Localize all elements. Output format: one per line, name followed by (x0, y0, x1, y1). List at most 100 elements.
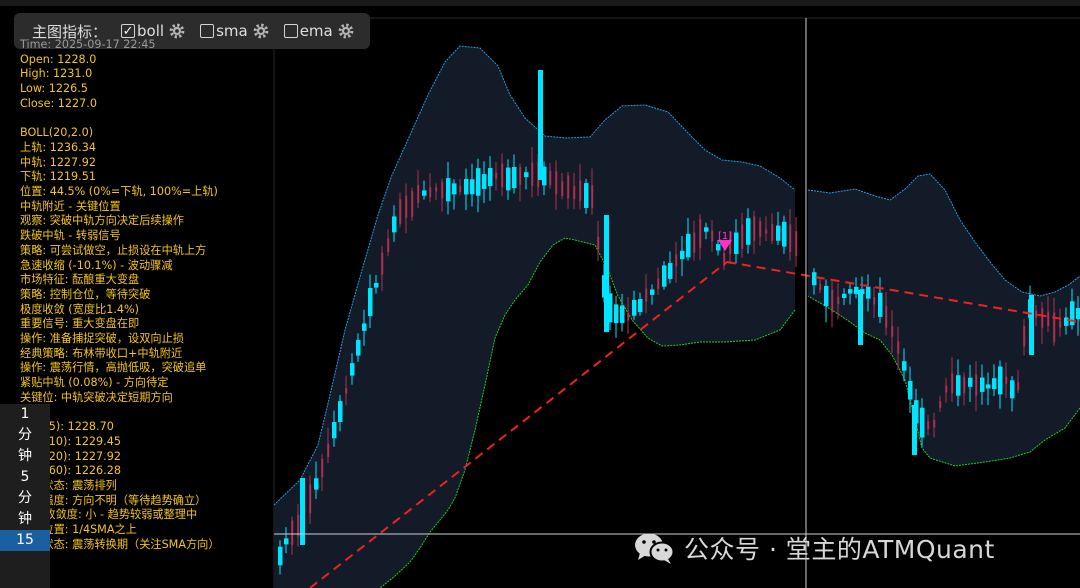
candle-body (831, 289, 834, 313)
candle-body (620, 305, 625, 324)
candle-body (476, 168, 481, 196)
gear-icon[interactable] (337, 22, 355, 40)
candle-body (998, 366, 1003, 395)
candle-body (459, 186, 462, 193)
timeframe-value: 15 (16, 532, 34, 548)
candle-body (837, 296, 840, 305)
candle-body (638, 299, 643, 312)
candle-body (992, 378, 997, 390)
info-line: 急速收缩 (-10.1%) - 波动骤减 (20, 258, 173, 272)
candle-body (519, 167, 522, 185)
candle-body (668, 263, 673, 279)
info-line: 观察: 突破中轨方向决定后续操作 (20, 214, 184, 228)
candle-body (452, 183, 457, 195)
candle-body (873, 297, 876, 305)
candle-body (399, 199, 402, 224)
timeframe-sidebar: 1 分 钟 5 分 钟 15 (0, 404, 50, 588)
indicator-ema[interactable]: ema (283, 22, 355, 40)
candle-body (854, 286, 859, 295)
candle-body (1047, 311, 1050, 327)
wechat-icon (635, 533, 675, 564)
candle-body (771, 223, 774, 241)
candle-body (374, 282, 379, 288)
candle-body (300, 478, 305, 545)
candle-body (327, 443, 330, 457)
info-line: 重要信号: 重大变盘在即 (20, 317, 140, 331)
sma-checkbox[interactable] (200, 24, 215, 38)
info-line: 位置: 44.5% (0%=下轨, 100%=上轨) (20, 185, 218, 199)
info-line: 操作: 准备捕捉突破，设双向止损 (20, 332, 184, 346)
info-line: 操作: 震荡行情，高抛低吸，突破追单 (20, 361, 207, 375)
candle-body (975, 374, 978, 396)
candle-body (309, 484, 312, 514)
candle-body (573, 186, 576, 200)
candle-body (927, 421, 930, 430)
candle-body (753, 216, 756, 241)
candle-body (429, 187, 432, 198)
timeframe-value: 1 (20, 406, 30, 422)
candle-body (986, 384, 991, 389)
watermark: 公众号 · 堂主的ATMQuant (632, 530, 995, 566)
candle-body (759, 221, 762, 237)
candle-body (933, 419, 936, 428)
candle-body (776, 225, 781, 241)
candle-body (789, 224, 792, 252)
candle-body (1023, 326, 1026, 347)
info-line: BOLL(20,2.0) (20, 126, 94, 140)
candle-body (314, 478, 319, 490)
candle-body (549, 170, 552, 186)
timeframe-value: 5 (20, 469, 30, 485)
candle-body (885, 306, 888, 328)
candle-body (579, 180, 582, 201)
timeframe-suffix: 钟 (18, 511, 32, 527)
candle-body (716, 244, 721, 251)
timeframe-unit: 分 (18, 427, 32, 443)
gear-icon[interactable] (252, 22, 270, 40)
candle-body (531, 162, 534, 187)
candle-body (441, 181, 444, 199)
candle-body (555, 171, 558, 195)
ema-label: ema (299, 22, 333, 40)
candle-body (1059, 320, 1062, 328)
candle-body (291, 520, 294, 545)
timeframe-suffix: 钟 (18, 448, 32, 464)
timeframe-1m[interactable]: 1 分 钟 (0, 404, 50, 467)
candle-body (464, 179, 469, 195)
timeframe-5m[interactable]: 5 分 钟 (0, 467, 50, 530)
candle-body (711, 230, 714, 242)
candle-body (704, 227, 709, 232)
candle-body (902, 361, 907, 371)
candle-body (538, 70, 543, 180)
boll-checkbox[interactable]: ✓ (121, 24, 136, 38)
candle-body (278, 546, 283, 566)
candle-body (387, 238, 390, 252)
candle-body (1029, 295, 1034, 355)
candle-body (567, 175, 570, 199)
ema-checkbox[interactable] (283, 24, 298, 38)
candle-body (897, 341, 900, 354)
candle-body (1064, 317, 1069, 326)
sma-label: sma (216, 22, 248, 40)
candle-body (512, 167, 517, 189)
info-line: 策略: 可尝试做空，止损设在中轨上方 (20, 243, 207, 257)
candle-body (470, 179, 475, 195)
watermark-text: 公众号 · 堂主的ATMQuant (684, 535, 995, 564)
candle-body (968, 377, 973, 387)
info-line: 策略: 控制仓位，等待突破 (20, 287, 151, 301)
candle-body (495, 172, 498, 179)
candle-body (951, 373, 954, 394)
info-line: Low: 1226.5 (20, 82, 88, 96)
candle-body (812, 272, 817, 286)
info-line: 极度收敛 (宽度比1.4%) (20, 302, 140, 316)
info-line: 跌破中轨 - 转弱信号 (20, 229, 121, 243)
candle-body (650, 289, 655, 295)
candle-body (956, 375, 961, 396)
candle-body (912, 405, 917, 455)
candle-body (488, 167, 493, 187)
info-line: 上轨: 1236.34 (20, 140, 96, 154)
candle-body (645, 288, 648, 302)
candle-body (284, 538, 289, 545)
timeframe-15m[interactable]: 15 (0, 530, 50, 551)
candle-body (878, 292, 883, 317)
